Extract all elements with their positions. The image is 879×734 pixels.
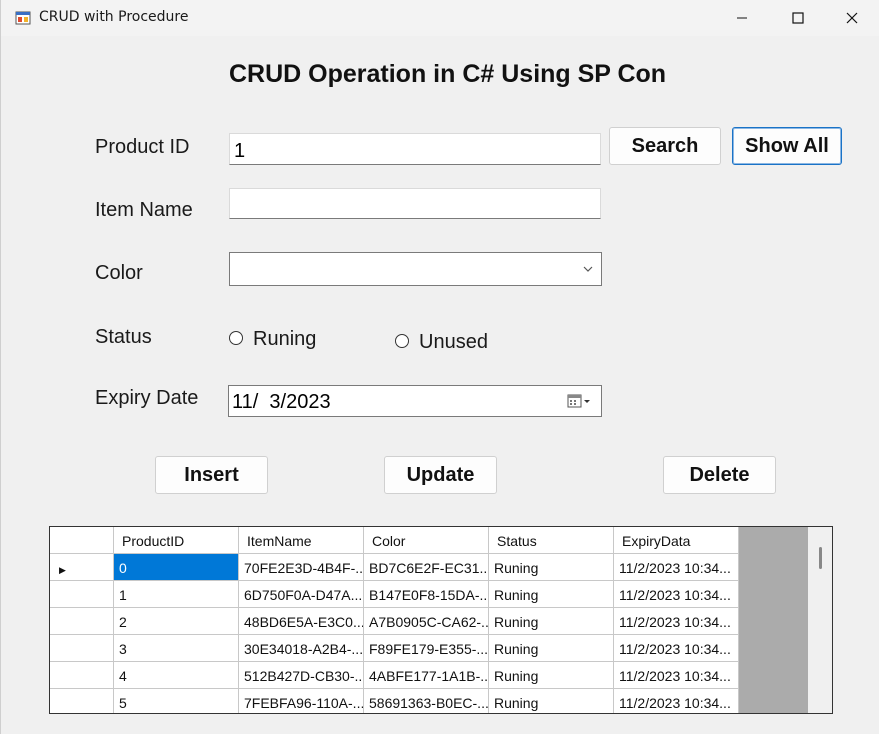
- column-header-color[interactable]: Color: [364, 527, 489, 554]
- chevron-down-icon: [583, 266, 593, 272]
- table-cell[interactable]: Runing: [489, 608, 614, 635]
- scroll-thumb[interactable]: [819, 547, 822, 569]
- close-button[interactable]: [823, 0, 879, 36]
- column-header-itemname[interactable]: ItemName: [239, 527, 364, 554]
- app-window: CRUD with Procedure CRUD Operation in C#…: [0, 0, 879, 734]
- expiry-date-label: Expiry Date: [95, 387, 199, 409]
- product-id-input[interactable]: 1: [229, 133, 601, 165]
- row-header[interactable]: [50, 689, 114, 713]
- table-cell[interactable]: 4: [114, 662, 239, 689]
- table-cell[interactable]: 7FEBFA96-110A-...: [239, 689, 364, 713]
- close-icon: [846, 12, 858, 24]
- title-bar[interactable]: CRUD with Procedure: [1, 0, 879, 36]
- search-button[interactable]: Search: [609, 127, 721, 165]
- status-label: Status: [95, 326, 152, 348]
- table-cell[interactable]: 11/2/2023 10:34...: [614, 689, 739, 713]
- minimize-icon: [737, 17, 747, 19]
- table-cell[interactable]: 4ABFE177-1A1B-...: [364, 662, 489, 689]
- table-cell[interactable]: 11/2/2023 10:34...: [614, 662, 739, 689]
- row-header[interactable]: [50, 581, 114, 608]
- table-row[interactable]: ▶ 0 70FE2E3D-4B4F-... BD7C6E2F-EC31... Runin…: [50, 554, 739, 581]
- table-cell[interactable]: Runing: [489, 581, 614, 608]
- row-header[interactable]: ▶: [50, 554, 114, 581]
- table-cell[interactable]: F89FE179-E355-...: [364, 635, 489, 662]
- item-name-input[interactable]: [229, 188, 601, 219]
- table-row[interactable]: 5 7FEBFA96-110A-... 58691363-B0EC-... Runin…: [50, 689, 739, 713]
- color-dropdown[interactable]: [229, 252, 602, 286]
- current-row-indicator-icon: ▶: [59, 565, 66, 575]
- maximize-icon: [792, 12, 804, 24]
- table-cell[interactable]: 6D750F0A-D47A...: [239, 581, 364, 608]
- grid-header-row: ProductID ItemName Color Status ExpiryData: [50, 527, 739, 554]
- row-header[interactable]: [50, 635, 114, 662]
- show-all-button[interactable]: Show All: [732, 127, 842, 165]
- table-cell[interactable]: 11/2/2023 10:34...: [614, 635, 739, 662]
- table-cell[interactable]: 58691363-B0EC-...: [364, 689, 489, 713]
- column-header-status[interactable]: Status: [489, 527, 614, 554]
- table-cell[interactable]: A7B0905C-CA62-...: [364, 608, 489, 635]
- column-header-productid[interactable]: ProductID: [114, 527, 239, 554]
- delete-button[interactable]: Delete: [663, 456, 776, 494]
- table-cell[interactable]: 11/2/2023 10:34...: [614, 608, 739, 635]
- column-header-expirydata[interactable]: ExpiryData: [614, 527, 739, 554]
- product-id-label: Product ID: [95, 136, 190, 158]
- table-row[interactable]: 2 48BD6E5A-E3C0... A7B0905C-CA62-... Runing…: [50, 608, 739, 635]
- table-cell[interactable]: 512B427D-CB30-...: [239, 662, 364, 689]
- insert-button[interactable]: Insert: [155, 456, 268, 494]
- row-header[interactable]: [50, 662, 114, 689]
- color-label: Color: [95, 262, 143, 284]
- radio-unused[interactable]: Unused: [394, 331, 504, 355]
- grid-scrollbar[interactable]: [808, 527, 832, 713]
- radio-runing[interactable]: Runing: [228, 328, 338, 352]
- table-cell[interactable]: 48BD6E5A-E3C0...: [239, 608, 364, 635]
- radio-unused-label: Unused: [419, 331, 488, 353]
- window-title: CRUD with Procedure: [39, 9, 189, 25]
- form-heading: CRUD Operation in C# Using SP Con: [229, 60, 667, 88]
- calendar-icon[interactable]: [567, 394, 593, 408]
- table-cell[interactable]: 1: [114, 581, 239, 608]
- app-icon: [15, 11, 31, 25]
- table-cell[interactable]: 3: [114, 635, 239, 662]
- table-cell[interactable]: B147E0F8-15DA-...: [364, 581, 489, 608]
- table-cell[interactable]: 5: [114, 689, 239, 713]
- products-grid[interactable]: ProductID ItemName Color Status ExpiryData ▶ 0…: [49, 526, 833, 714]
- table-cell[interactable]: 0: [114, 554, 239, 581]
- table-cell[interactable]: Runing: [489, 635, 614, 662]
- table-row[interactable]: 4 512B427D-CB30-... 4ABFE177-1A1B-... Runin…: [50, 662, 739, 689]
- table-row[interactable]: 3 30E34018-A2B4-... F89FE179-E355-... Runin…: [50, 635, 739, 662]
- table-cell[interactable]: 11/2/2023 10:34...: [614, 581, 739, 608]
- table-cell[interactable]: Runing: [489, 662, 614, 689]
- table-cell[interactable]: 30E34018-A2B4-...: [239, 635, 364, 662]
- grid-corner-header: [50, 527, 114, 554]
- table-cell[interactable]: BD7C6E2F-EC31...: [364, 554, 489, 581]
- maximize-button[interactable]: [769, 0, 827, 36]
- table-cell[interactable]: 2: [114, 608, 239, 635]
- expiry-date-picker[interactable]: 11/ 3/2023: [228, 385, 602, 417]
- table-row[interactable]: 1 6D750F0A-D47A... B147E0F8-15DA-... Runing…: [50, 581, 739, 608]
- item-name-label: Item Name: [95, 199, 193, 221]
- update-button[interactable]: Update: [384, 456, 497, 494]
- row-header[interactable]: [50, 608, 114, 635]
- table-cell[interactable]: 70FE2E3D-4B4F-...: [239, 554, 364, 581]
- radio-runing-label: Runing: [253, 328, 317, 350]
- minimize-button[interactable]: [713, 0, 771, 36]
- radio-runing-circle: [229, 331, 243, 345]
- table-cell[interactable]: 11/2/2023 10:34...: [614, 554, 739, 581]
- table-cell[interactable]: Runing: [489, 689, 614, 713]
- radio-unused-circle: [395, 334, 409, 348]
- expiry-date-value: 11/ 3/2023: [232, 391, 331, 413]
- table-cell[interactable]: Runing: [489, 554, 614, 581]
